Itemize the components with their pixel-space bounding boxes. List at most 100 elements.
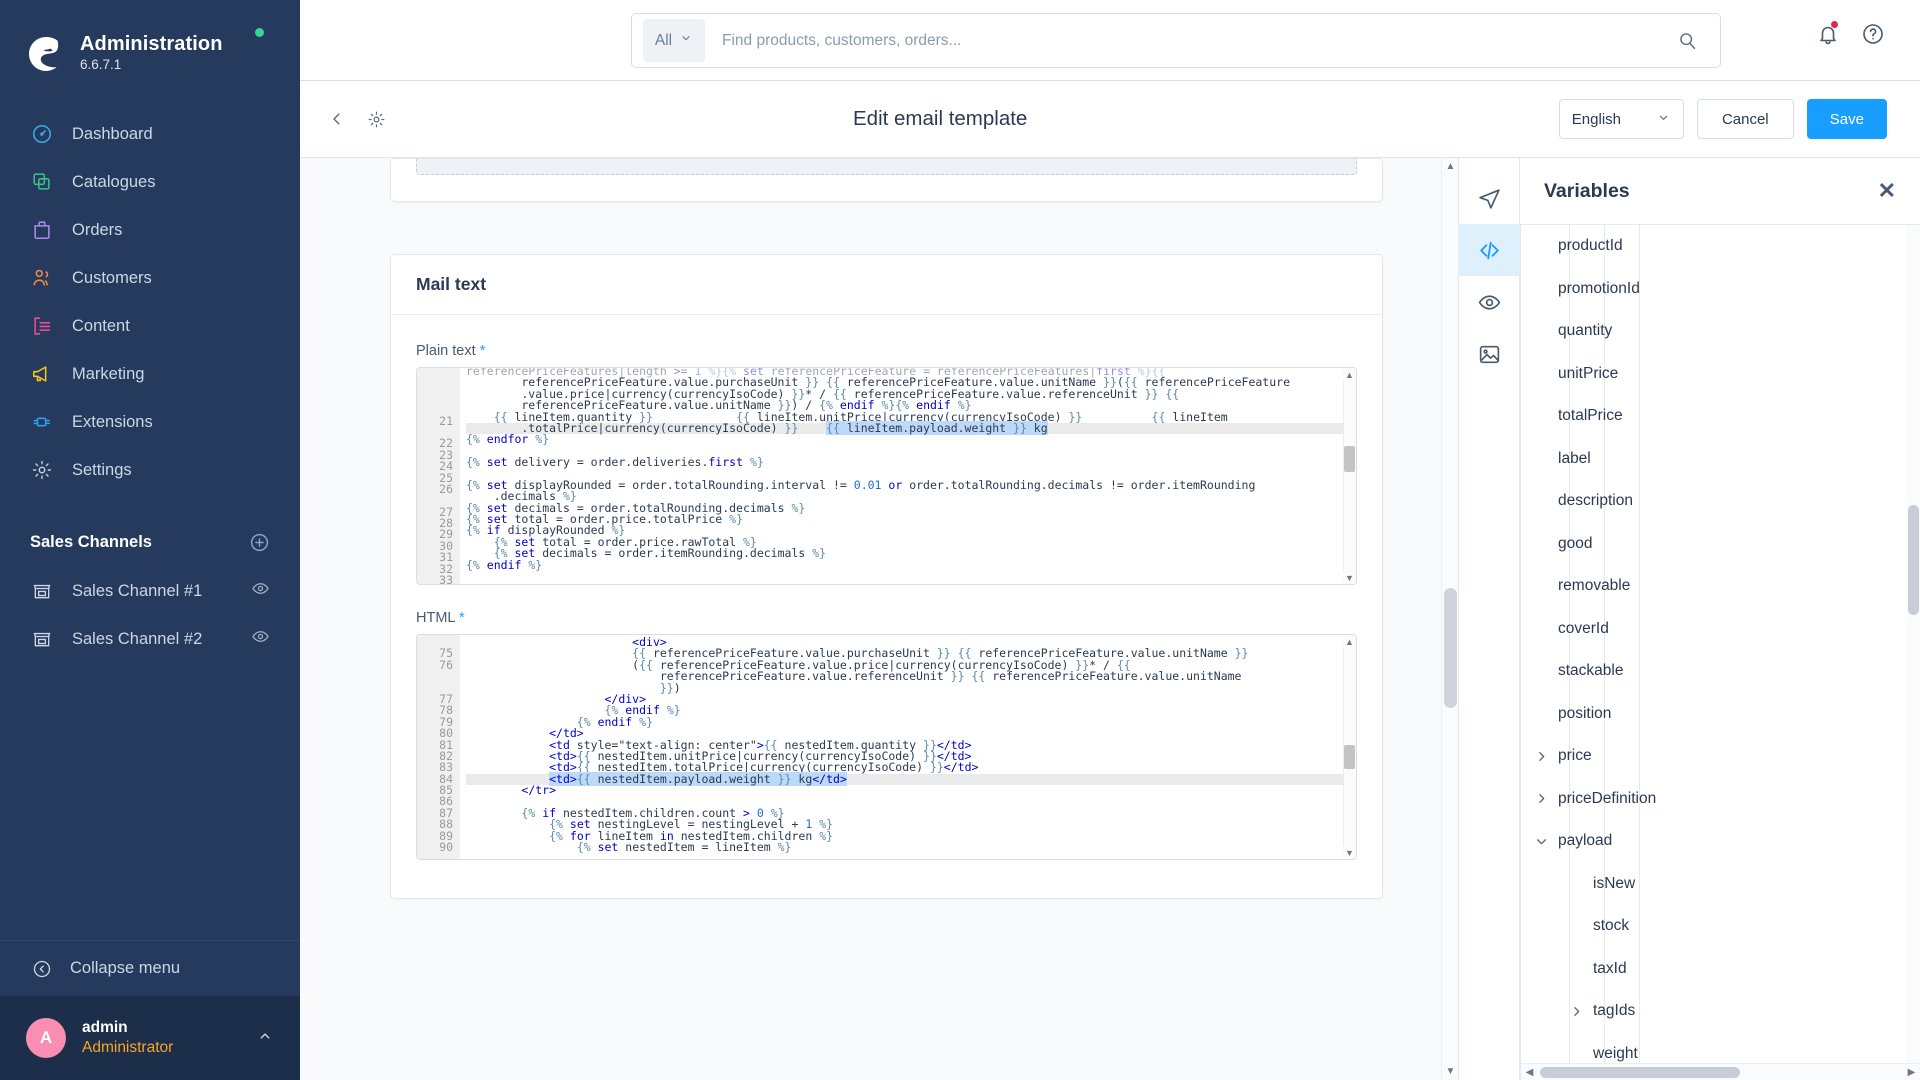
variable-row[interactable]: promotionId — [1521, 268, 1920, 311]
variable-row[interactable]: coverId — [1521, 608, 1920, 651]
page-settings-icon[interactable] — [361, 104, 392, 135]
card-above — [390, 158, 1383, 202]
scroll-down-icon[interactable]: ▼ — [1343, 571, 1356, 584]
sidebar-item-sales-channel-2[interactable]: Sales Channel #2 — [0, 615, 300, 663]
plain-text-code[interactable]: referencePriceFeatures|length >= 1 %}{% … — [460, 368, 1356, 584]
variables-hscroll-thumb[interactable] — [1540, 1067, 1740, 1078]
variable-label: weight — [1593, 1044, 1638, 1062]
global-search-bar: All — [300, 0, 1920, 81]
plain-text-code-editor[interactable]: 21 22 23 24 25 26 27 28 29 30 31 32 33 referencePr… — [416, 367, 1357, 585]
bag-icon — [30, 218, 54, 242]
variable-row[interactable]: description — [1521, 480, 1920, 523]
variable-label: label — [1558, 449, 1591, 467]
html-gutter: 75 76 77 78 79 80 81 82 83 84 85 86 87 88 89 90 — [417, 635, 460, 859]
save-button[interactable]: Save — [1806, 99, 1887, 139]
plain-text-scroll-thumb[interactable] — [1344, 446, 1355, 472]
variables-horizontal-scrollbar[interactable]: ◀ ▶ — [1521, 1063, 1920, 1080]
variable-row[interactable]: taxId — [1521, 948, 1920, 991]
sidebar-item-marketing[interactable]: Marketing — [0, 350, 300, 398]
variable-label: description — [1558, 492, 1633, 510]
variable-row[interactable]: removable — [1521, 565, 1920, 608]
html-scrollbar[interactable]: ▲ ▼ — [1343, 635, 1356, 859]
chevron-right-icon[interactable] — [1533, 791, 1549, 807]
chevron-up-icon[interactable] — [256, 1027, 274, 1050]
scroll-down-icon[interactable]: ▼ — [1442, 1063, 1458, 1080]
variable-row[interactable]: tagIds — [1521, 990, 1920, 1033]
close-icon[interactable]: ✕ — [1878, 180, 1896, 202]
tree-caret-placeholder — [1533, 578, 1549, 594]
scroll-right-icon[interactable]: ▶ — [1903, 1064, 1920, 1080]
collapse-menu-button[interactable]: Collapse menu — [0, 940, 300, 996]
variable-row[interactable]: payload — [1521, 820, 1920, 863]
tree-caret-placeholder — [1568, 876, 1584, 892]
sidebar-item-sales-channel-1[interactable]: Sales Channel #1 — [0, 567, 300, 615]
add-sales-channel-icon[interactable] — [249, 532, 270, 553]
tree-caret-placeholder — [1533, 238, 1549, 254]
scroll-down-icon[interactable]: ▼ — [1343, 846, 1356, 859]
language-select[interactable]: English — [1558, 99, 1684, 139]
document-scrollbar[interactable]: ▲ ▼ — [1441, 158, 1458, 1080]
preview-storefront-icon[interactable] — [251, 627, 270, 651]
variable-row[interactable]: quantity — [1521, 310, 1920, 353]
html-code[interactable]: <div> {{ referencePriceFeature.value.pur… — [460, 635, 1356, 859]
users-icon — [30, 266, 54, 290]
user-menu[interactable]: A admin Administrator — [0, 996, 300, 1080]
editor-tool-rail — [1458, 158, 1520, 1080]
variables-vertical-scrollbar[interactable] — [1907, 225, 1920, 1063]
tree-caret-placeholder — [1533, 621, 1549, 637]
sidebar-item-customers[interactable]: Customers — [0, 254, 300, 302]
collapse-menu-label: Collapse menu — [70, 959, 181, 977]
chevron-right-icon[interactable] — [1568, 1003, 1584, 1019]
variable-row[interactable]: priceDefinition — [1521, 778, 1920, 821]
document-scroll-thumb[interactable] — [1444, 588, 1457, 708]
sidebar-item-catalogues[interactable]: Catalogues — [0, 158, 300, 206]
sidebar-brand[interactable]: Administration 6.6.7.1 — [0, 0, 300, 86]
code-icon[interactable] — [1458, 224, 1520, 276]
variable-row[interactable]: position — [1521, 693, 1920, 736]
sidebar-item-extensions[interactable]: Extensions — [0, 398, 300, 446]
chevron-right-icon[interactable] — [1533, 748, 1549, 764]
sidebar-item-label: Settings — [72, 460, 132, 479]
sidebar-item-settings[interactable]: Settings — [0, 446, 300, 494]
tree-caret-placeholder — [1533, 323, 1549, 339]
variable-row[interactable]: isNew — [1521, 863, 1920, 906]
variables-tree[interactable]: productId promotionId quantity unitPrice tot… — [1521, 225, 1920, 1080]
variable-row[interactable]: good — [1521, 523, 1920, 566]
sidebar-item-dashboard[interactable]: Dashboard — [0, 110, 300, 158]
variable-row[interactable]: stock — [1521, 905, 1920, 948]
plain-text-label-text: Plain text — [416, 343, 476, 359]
tree-caret-placeholder — [1533, 536, 1549, 552]
collapse-icon — [30, 957, 54, 981]
back-button[interactable] — [322, 104, 352, 134]
scroll-left-icon[interactable]: ◀ — [1521, 1064, 1538, 1080]
search-scope-select[interactable]: All — [643, 19, 705, 62]
variable-row[interactable]: stackable — [1521, 650, 1920, 693]
preview-storefront-icon[interactable] — [251, 579, 270, 603]
html-code-editor[interactable]: 75 76 77 78 79 80 81 82 83 84 85 86 87 88 89 90 <div> … — [416, 634, 1357, 860]
variable-label: totalPrice — [1558, 407, 1623, 425]
variable-row[interactable]: label — [1521, 438, 1920, 481]
scroll-up-icon[interactable]: ▲ — [1343, 368, 1356, 381]
variable-row[interactable]: unitPrice — [1521, 353, 1920, 396]
notifications-icon[interactable] — [1814, 20, 1841, 47]
sidebar-item-orders[interactable]: Orders — [0, 206, 300, 254]
variable-label: payload — [1558, 832, 1613, 850]
send-icon[interactable] — [1458, 172, 1520, 224]
variable-row[interactable]: totalPrice — [1521, 395, 1920, 438]
html-scroll-thumb[interactable] — [1344, 745, 1355, 769]
chevron-down-icon[interactable] — [1533, 833, 1549, 849]
scroll-up-icon[interactable]: ▲ — [1442, 158, 1458, 175]
sidebar-item-content[interactable]: Content — [0, 302, 300, 350]
variables-scroll-thumb[interactable] — [1908, 505, 1919, 615]
image-icon[interactable] — [1458, 328, 1520, 380]
help-icon[interactable] — [1859, 20, 1886, 47]
search-input[interactable] — [722, 31, 1677, 50]
variable-row[interactable]: productId — [1521, 225, 1920, 268]
sidebar: Administration 6.6.7.1 Dashboard Catalog… — [0, 0, 300, 1080]
preview-icon[interactable] — [1458, 276, 1520, 328]
plain-text-scrollbar[interactable]: ▲ ▼ — [1343, 368, 1356, 584]
scroll-up-icon[interactable]: ▲ — [1343, 635, 1356, 648]
variable-row[interactable]: price — [1521, 735, 1920, 778]
search-icon[interactable] — [1677, 30, 1698, 51]
cancel-button[interactable]: Cancel — [1696, 99, 1794, 139]
